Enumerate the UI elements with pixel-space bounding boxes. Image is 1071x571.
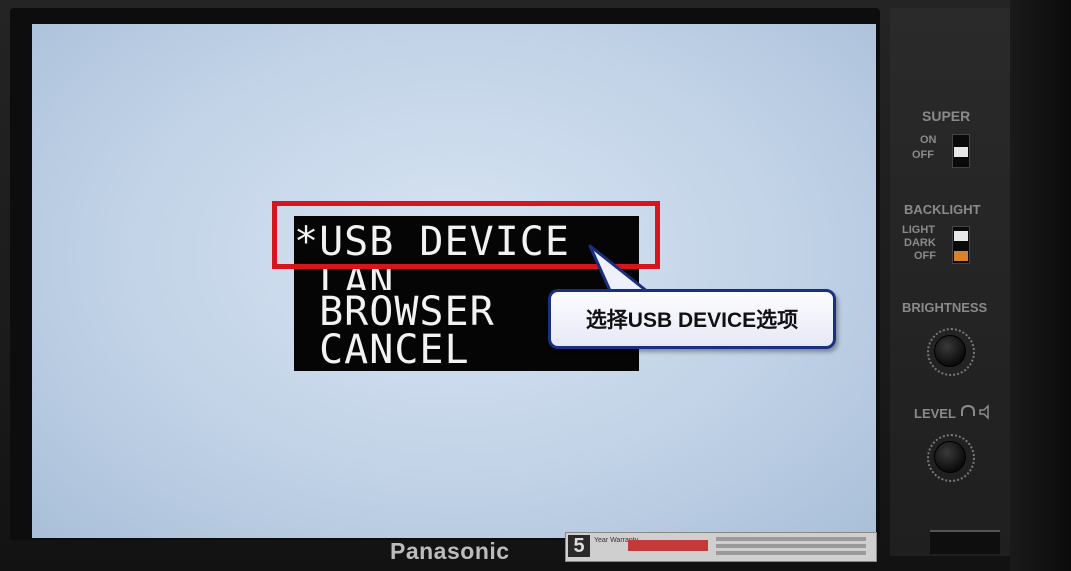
- super-label: SUPER: [922, 108, 971, 124]
- monitor-bezel: *USB DEVICE LAN BROWSER CANCEL 选择USB DEV…: [10, 8, 880, 540]
- warranty-sticker: 5 Year Warranty: [565, 532, 877, 562]
- warranty-years: 5: [568, 535, 590, 557]
- super-off-label: OFF: [912, 149, 934, 161]
- super-switch[interactable]: [952, 134, 970, 168]
- backlight-switch[interactable]: [952, 226, 970, 264]
- headphone-speaker-icon: [961, 404, 989, 420]
- level-label: LEVEL: [914, 406, 956, 421]
- super-switch-knob: [954, 147, 968, 157]
- backlight-switch-knob: [954, 231, 968, 241]
- brightness-knob[interactable]: [934, 335, 966, 367]
- monitor-screen: *USB DEVICE LAN BROWSER CANCEL 选择USB DEV…: [32, 24, 876, 538]
- backlight-off-marker: [954, 251, 968, 261]
- monitor-right-edge: [1010, 0, 1071, 571]
- level-knob[interactable]: [934, 441, 966, 473]
- super-on-label: ON: [920, 134, 937, 146]
- backlight-off-label: OFF: [914, 250, 936, 262]
- bottom-slot: [930, 530, 1000, 554]
- brightness-label: BRIGHTNESS: [902, 300, 988, 315]
- warranty-fine-print: [716, 537, 866, 541]
- side-control-panel: SUPER ON OFF BACKLIGHT LIGHT DARK OFF BR…: [890, 8, 1010, 556]
- callout-bubble: 选择USB DEVICE选项: [548, 289, 836, 349]
- callout-text: 选择USB DEVICE选项: [585, 309, 799, 332]
- backlight-label: BACKLIGHT: [904, 202, 981, 217]
- warranty-red-band: [628, 540, 708, 551]
- backlight-dark-label: DARK: [904, 237, 936, 249]
- backlight-light-label: LIGHT: [902, 224, 935, 236]
- brand-logo: Panasonic: [390, 538, 510, 564]
